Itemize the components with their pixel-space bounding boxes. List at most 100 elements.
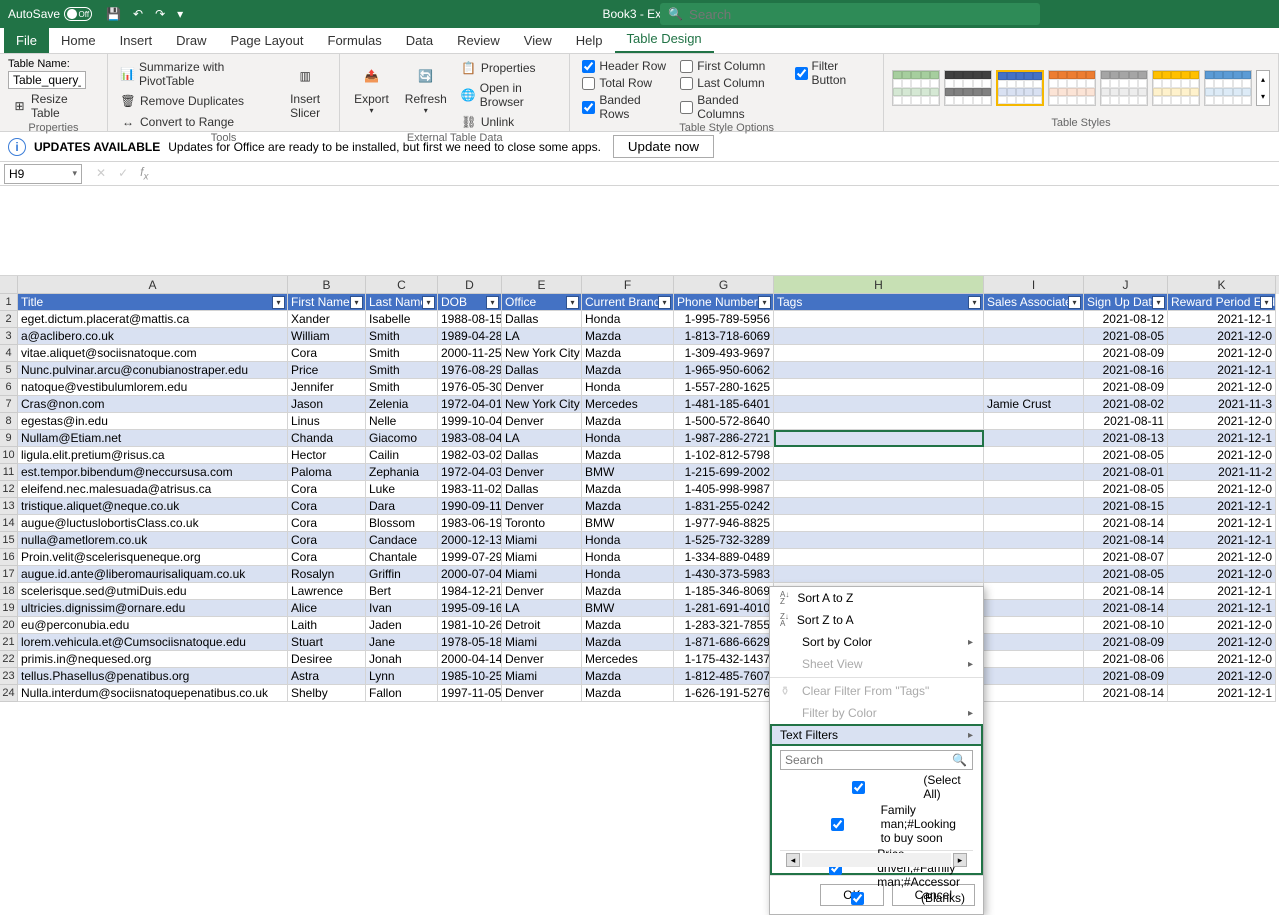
col-header-H[interactable]: H [774,276,984,294]
cell[interactable]: Honda [582,549,674,566]
cell[interactable]: Proin.velit@scelerisqueneque.org [18,549,288,566]
cell[interactable]: Cora [288,481,366,498]
cell[interactable] [774,379,984,396]
cell[interactable]: Smith [366,345,438,362]
cell[interactable]: 2021-08-02 [1084,396,1168,413]
cell[interactable]: Cora [288,532,366,549]
cell[interactable]: 2021-08-15 [1084,498,1168,515]
cell[interactable]: Detroit [502,617,582,634]
cell[interactable]: Dallas [502,362,582,379]
row-header-2[interactable]: 2 [0,311,18,328]
cell[interactable] [774,464,984,481]
row-header-7[interactable]: 7 [0,396,18,413]
col-header-D[interactable]: D [438,276,502,294]
cell[interactable]: 1972-04-01 [438,396,502,413]
cell[interactable]: augue@luctuslobortisClass.co.uk [18,515,288,532]
redo-icon[interactable]: ↷ [149,7,171,21]
cell[interactable]: 2021-08-09 [1084,668,1168,685]
formula-input[interactable] [158,164,1279,184]
cell[interactable]: Blossom [366,515,438,532]
row-header-1[interactable]: 1 [0,294,18,311]
cell[interactable]: ultricies.dignissim@ornare.edu [18,600,288,617]
filter-dd-icon[interactable]: ▾ [1260,296,1273,309]
cell[interactable] [774,413,984,430]
cell[interactable]: 2021-08-05 [1084,447,1168,464]
check-blanks[interactable]: (Blanks) [798,890,965,906]
cell[interactable]: Jane [366,634,438,651]
cell[interactable]: 2021-11-2 [1168,464,1276,481]
row-header-14[interactable]: 14 [0,515,18,532]
cell[interactable]: BMW [582,600,674,617]
cell[interactable]: Price [288,362,366,379]
cell[interactable]: Jamie Crust [984,396,1084,413]
cell[interactable]: lorem.vehicula.et@Cumsociisnatoque.edu [18,634,288,651]
filter-dd-icon[interactable]: ▾ [758,296,771,309]
row-header-24[interactable]: 24 [0,685,18,702]
col-header-B[interactable]: B [288,276,366,294]
cell[interactable]: 1995-09-16 [438,600,502,617]
cell[interactable] [984,549,1084,566]
tab-insert[interactable]: Insert [108,28,165,53]
row-header-17[interactable]: 17 [0,566,18,583]
cell[interactable] [984,430,1084,447]
cell[interactable]: 1-557-280-1625 [674,379,774,396]
cell[interactable]: 1-481-185-6401 [674,396,774,413]
cell[interactable]: Denver [502,413,582,430]
cell[interactable] [774,498,984,515]
th-brand[interactable]: Current Brand▾ [582,294,674,311]
cell[interactable]: 1-995-789-5956 [674,311,774,328]
cell[interactable]: 2021-08-06 [1084,651,1168,668]
cell[interactable]: Honda [582,430,674,447]
cell[interactable]: Mazda [582,498,674,515]
cell[interactable]: Denver [502,379,582,396]
filter-dd-icon[interactable]: ▾ [422,296,435,309]
cell[interactable]: Griffin [366,566,438,583]
cell[interactable]: 2021-12-0 [1168,617,1276,634]
th-title[interactable]: Title▾ [18,294,288,311]
cell[interactable] [774,396,984,413]
cell[interactable]: 1-185-346-8069 [674,583,774,600]
row-header-3[interactable]: 3 [0,328,18,345]
filter-hscroll[interactable]: ◂ ▸ [780,850,973,869]
cell[interactable]: Nullam@Etiam.net [18,430,288,447]
cell[interactable]: Fallon [366,685,438,702]
cell[interactable]: Bert [366,583,438,600]
cell[interactable] [984,328,1084,345]
sort-az-item[interactable]: A↓ZSort A to Z [770,587,983,609]
cell[interactable]: 2021-08-05 [1084,328,1168,345]
filter-dd-icon[interactable]: ▾ [350,296,363,309]
cell[interactable]: Miami [502,634,582,651]
th-lastname[interactable]: Last Name▾ [366,294,438,311]
cell[interactable] [984,685,1084,702]
sort-za-item[interactable]: Z↓ASort Z to A [770,609,983,631]
cell[interactable]: Luke [366,481,438,498]
sort-color-item[interactable]: Sort by Color▸ [770,631,983,653]
cell[interactable]: 1990-09-11 [438,498,502,515]
cell[interactable] [774,515,984,532]
cell[interactable]: Mercedes [582,396,674,413]
cell[interactable]: BMW [582,464,674,481]
th-reward[interactable]: Reward Period End▾ [1168,294,1276,311]
tab-data[interactable]: Data [394,28,445,53]
name-box[interactable]: H9▾ [4,164,82,184]
cell[interactable] [984,651,1084,668]
cell[interactable]: 1999-07-29 [438,549,502,566]
cell[interactable]: Jaden [366,617,438,634]
cell[interactable]: Zephania [366,464,438,481]
cell[interactable]: Honda [582,379,674,396]
style-swatch-6[interactable] [1152,70,1200,106]
cell[interactable]: 2021-12-0 [1168,566,1276,583]
row-header-23[interactable]: 23 [0,668,18,685]
cell[interactable] [774,481,984,498]
cell[interactable]: 2021-12-0 [1168,651,1276,668]
cell[interactable]: 1-626-191-5276 [674,685,774,702]
cell[interactable]: Mazda [582,362,674,379]
convert-range-button[interactable]: ↔Convert to Range [116,112,275,132]
banded-rows-check[interactable]: Banded Rows [578,92,672,122]
cell[interactable]: eleifend.nec.malesuada@atrisus.ca [18,481,288,498]
cell[interactable]: 2021-08-05 [1084,481,1168,498]
cell[interactable]: Alice [288,600,366,617]
cell[interactable] [774,549,984,566]
cell[interactable]: Smith [366,379,438,396]
cell[interactable]: 2021-12-0 [1168,668,1276,685]
